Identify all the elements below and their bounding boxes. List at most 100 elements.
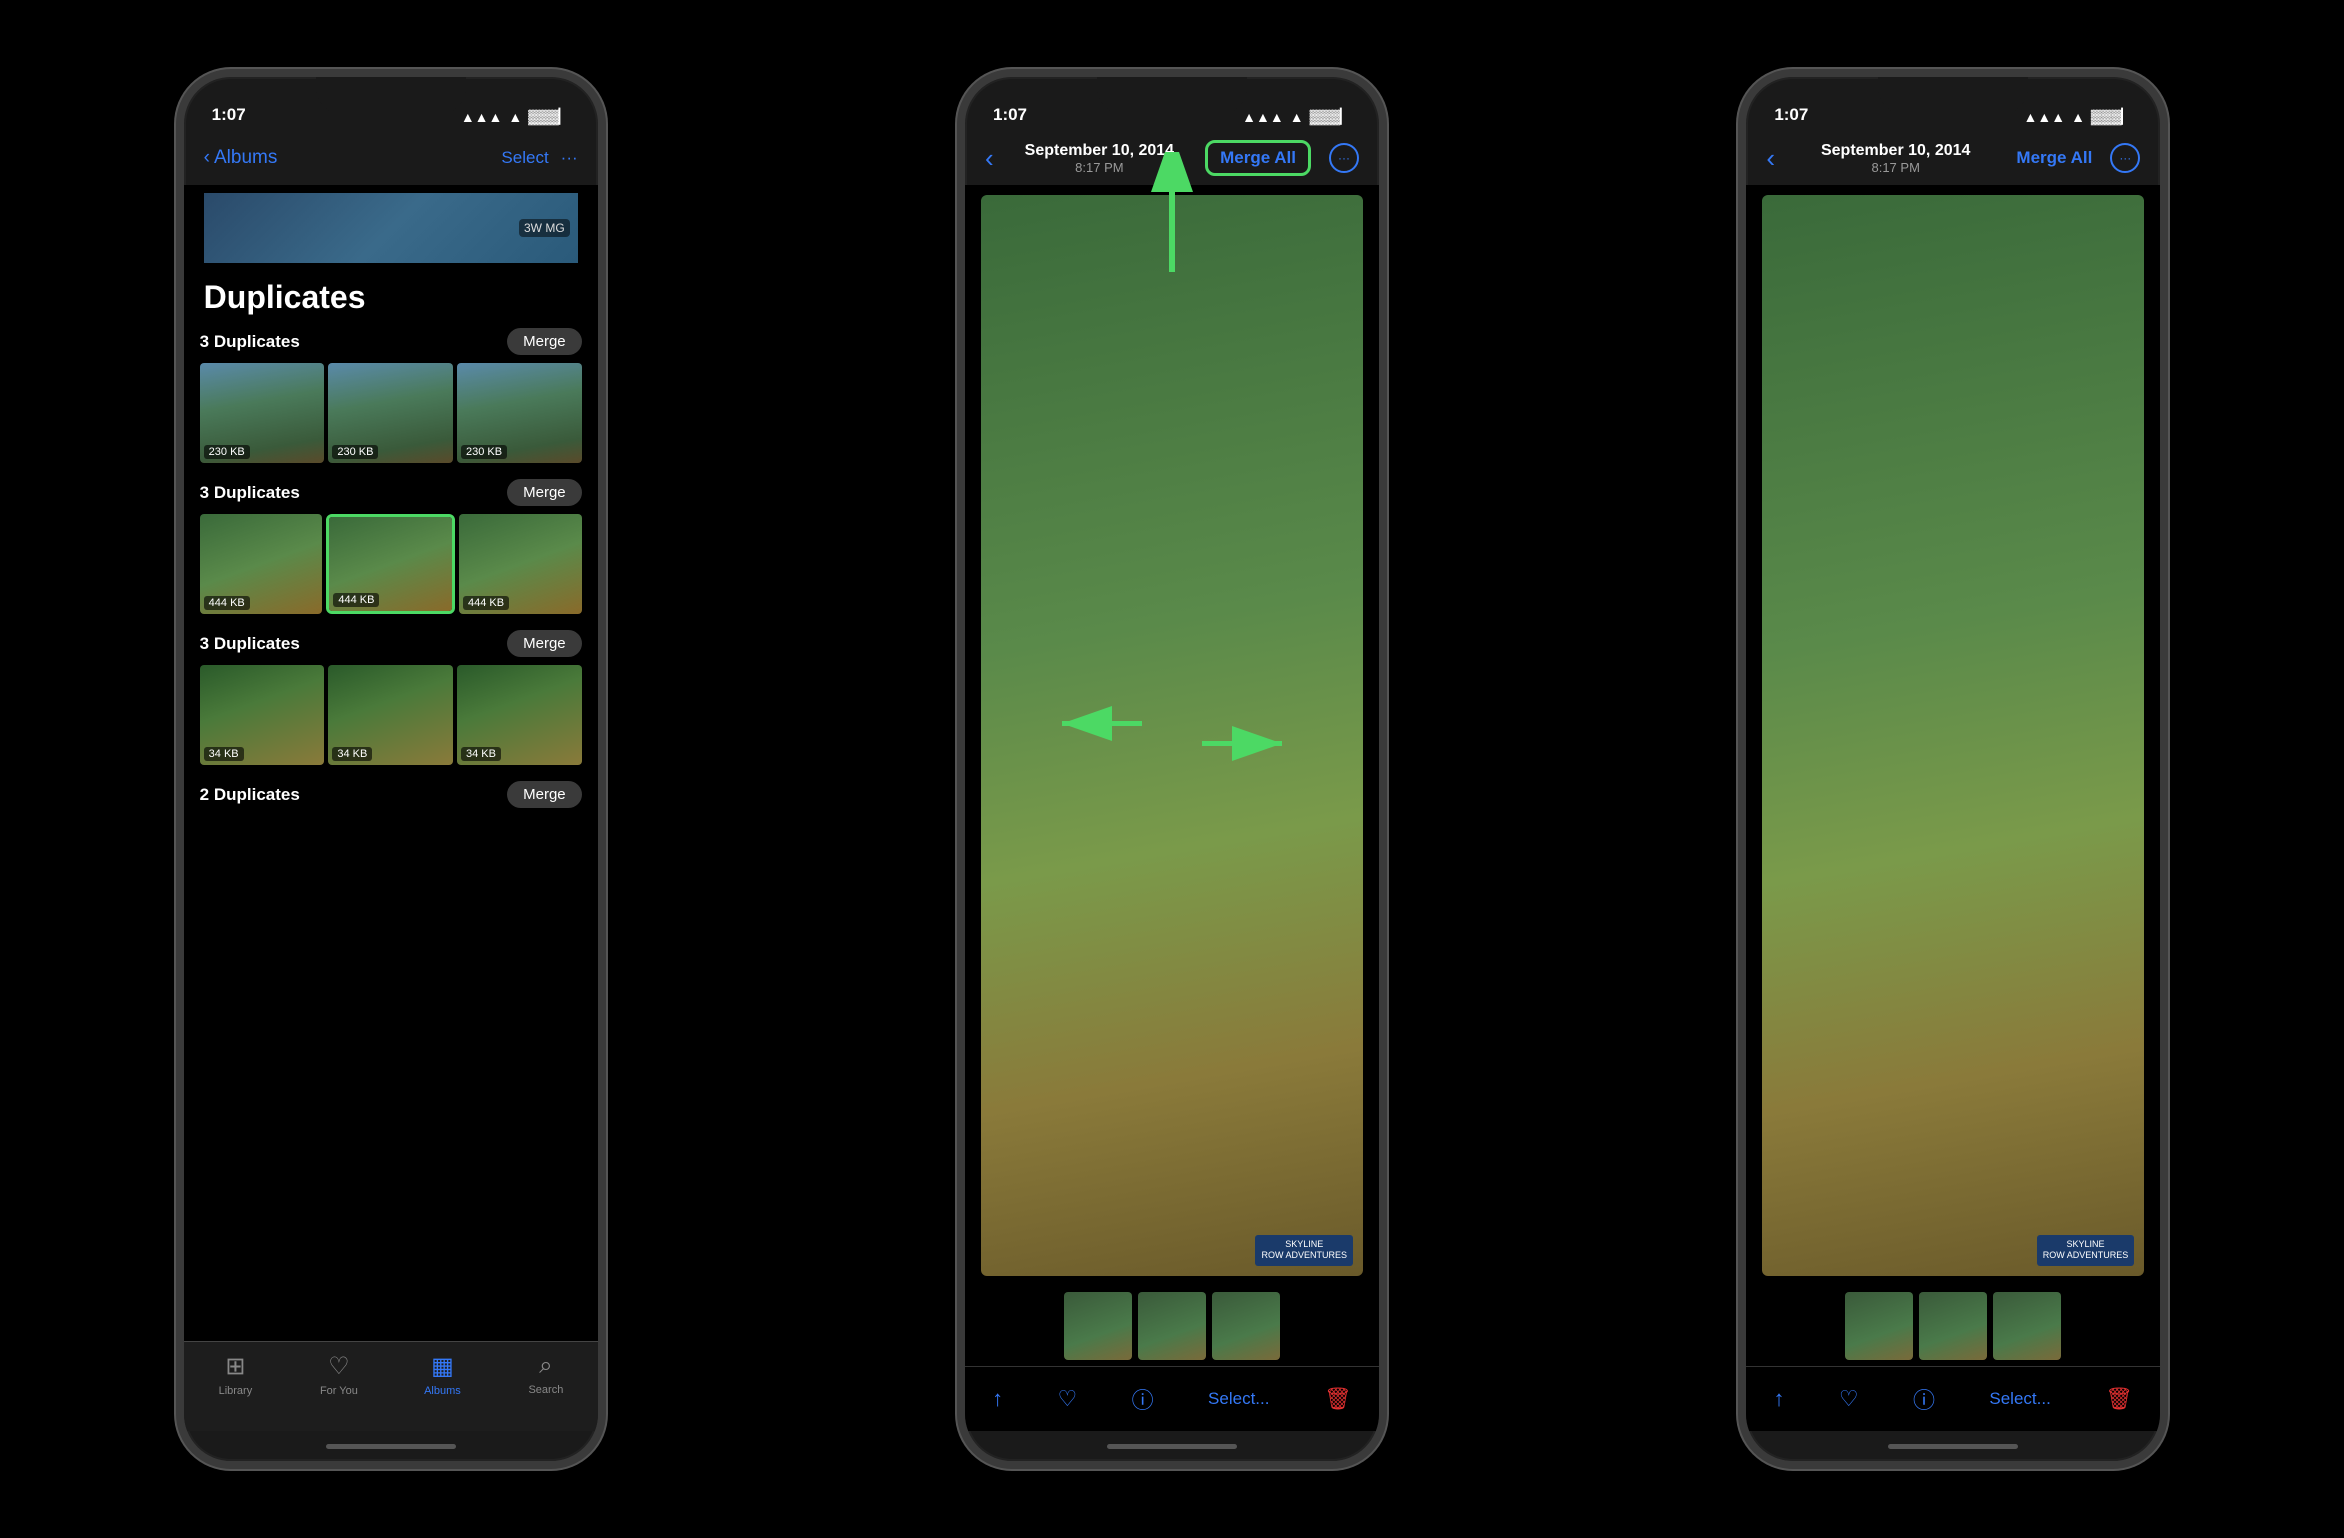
- info-icon-2[interactable]: ⓘ: [1132, 1383, 1154, 1415]
- photo-thumb-3-3[interactable]: 34 KB: [457, 665, 582, 765]
- trash-icon-2[interactable]: 🗑: [1324, 1386, 1352, 1412]
- group-header-3: 3 Duplicates Merge: [200, 630, 582, 657]
- photo-thumb-2-1[interactable]: 444 KB: [200, 514, 323, 614]
- merge-all-button-2[interactable]: Merge All: [1205, 140, 1311, 176]
- page-title-1: Duplicates: [204, 279, 366, 315]
- photo-thumb-2-3[interactable]: 444 KB: [459, 514, 582, 614]
- photo-size-3-2: 34 KB: [332, 747, 372, 761]
- photo-thumb-1-2[interactable]: 230 KB: [328, 363, 453, 463]
- back-label-1: Albums: [214, 147, 277, 169]
- trash-icon-3[interactable]: 🗑: [2105, 1386, 2133, 1412]
- home-indicator-2: [965, 1431, 1379, 1461]
- strip-thumb-3-1[interactable]: [1845, 1292, 1913, 1360]
- photo-thumb-3-1[interactable]: 34 KB: [200, 665, 325, 765]
- library-icon: ⊞: [225, 1352, 245, 1381]
- status-icons-2: ▲▲▲ ▲ ▓▓▓▏: [1242, 108, 1351, 125]
- merge-button-4[interactable]: Merge: [507, 781, 582, 808]
- group-header-4: 2 Duplicates Merge: [200, 781, 582, 808]
- strip-thumb-img-3-3: [1993, 1292, 2061, 1360]
- nav-actions-2: Merge All ···: [1205, 140, 1359, 176]
- notch-1: [316, 77, 466, 115]
- select-button-1[interactable]: Select: [501, 148, 548, 168]
- time-3: 1:07: [1774, 105, 1808, 125]
- more-button-1[interactable]: ···: [561, 148, 578, 168]
- tab-albums[interactable]: ▦ Albums: [391, 1352, 495, 1397]
- time-1: 1:07: [212, 105, 246, 125]
- back-button-2[interactable]: ‹: [985, 143, 994, 174]
- tab-bar-1: ⊞ Library ♡ For You ▦ Albums ⌕ Search: [184, 1341, 598, 1431]
- foryou-label: For You: [320, 1385, 358, 1397]
- tab-foryou[interactable]: ♡ For You: [287, 1352, 391, 1397]
- strip-thumb-2-2[interactable]: [1138, 1292, 1206, 1360]
- photo-size-2-3: 444 KB: [463, 596, 509, 610]
- date-title-2: September 10, 2014: [994, 142, 1205, 160]
- photo-thumb-1-1[interactable]: 230 KB: [200, 363, 325, 463]
- wifi-icon-1: ▲: [508, 109, 522, 125]
- search-label: Search: [528, 1384, 563, 1396]
- merge-all-button-3[interactable]: Merge All: [2016, 148, 2092, 168]
- dots-icon-3: ···: [2119, 151, 2131, 165]
- share-icon-2[interactable]: ↑: [992, 1386, 1003, 1412]
- photo-size-1-3: 230 KB: [461, 445, 507, 459]
- signal-icon-3: ▲▲▲: [2023, 109, 2065, 125]
- albums-icon: ▦: [431, 1352, 454, 1381]
- duplicates-header: 3W MG Duplicates: [184, 185, 598, 328]
- info-icon-3[interactable]: ⓘ: [1913, 1383, 1935, 1415]
- tab-library[interactable]: ⊞ Library: [184, 1352, 288, 1397]
- group-label-1: 3 Duplicates: [200, 332, 300, 352]
- photo-toolbar-3: ↑ ♡ ⓘ Select... 🗑: [1746, 1366, 2160, 1431]
- screen-1: 3W MG Duplicates 3 Duplicates Merge 230 …: [184, 185, 598, 1341]
- nav-bar-2: ‹ September 10, 2014 8:17 PM Merge All ·…: [965, 131, 1379, 185]
- more-button-2[interactable]: ···: [1329, 143, 1359, 173]
- strip-thumb-img-2-2: [1138, 1292, 1206, 1360]
- group-header-1: 3 Duplicates Merge: [200, 328, 582, 355]
- phone-3: 1:07 ▲▲▲ ▲ ▓▓▓▏ ‹ September 10, 2014 8:1…: [1738, 69, 2168, 1469]
- strip-thumb-img-2-1: [1064, 1292, 1132, 1360]
- strip-thumb-3-3[interactable]: [1993, 1292, 2061, 1360]
- strip-thumb-3-2[interactable]: [1919, 1292, 1987, 1360]
- merge-button-1[interactable]: Merge: [507, 328, 582, 355]
- share-icon-3[interactable]: ↑: [1774, 1386, 1785, 1412]
- photo-row-1: 230 KB 230 KB 230 KB: [200, 363, 582, 463]
- thumb-strip-3: [1746, 1286, 2160, 1366]
- select-button-2[interactable]: Select...: [1208, 1389, 1269, 1409]
- back-button-3[interactable]: ‹: [1766, 143, 1775, 174]
- photo-size-1-2: 230 KB: [332, 445, 378, 459]
- nav-actions-1: Select ···: [501, 148, 577, 168]
- back-button-1[interactable]: ‹ Albums: [204, 147, 278, 169]
- group-label-2: 3 Duplicates: [200, 483, 300, 503]
- home-bar-3: [1888, 1444, 2018, 1449]
- signal-icon-1: ▲▲▲: [461, 109, 503, 125]
- strip-thumb-2-1[interactable]: [1064, 1292, 1132, 1360]
- merge-button-3[interactable]: Merge: [507, 630, 582, 657]
- library-label: Library: [219, 1385, 253, 1397]
- more-button-3[interactable]: ···: [2110, 143, 2140, 173]
- photo-thumb-2-2[interactable]: 444 KB: [326, 514, 455, 614]
- strip-thumb-img-3-1: [1845, 1292, 1913, 1360]
- nav-title-2: September 10, 2014 8:17 PM: [994, 142, 1205, 175]
- photo-size-2-1: 444 KB: [204, 596, 250, 610]
- time-sub-3: 8:17 PM: [1775, 160, 2016, 175]
- photo-row-3: 34 KB 34 KB 34 KB: [200, 665, 582, 765]
- status-icons-3: ▲▲▲ ▲ ▓▓▓▏: [2023, 108, 2132, 125]
- main-photo-img-2: [981, 195, 1363, 1276]
- photo-size-2-2: 444 KB: [333, 593, 379, 607]
- select-button-3[interactable]: Select...: [1989, 1389, 2050, 1409]
- heart-icon-2[interactable]: ♡: [1058, 1386, 1078, 1412]
- tab-search[interactable]: ⌕ Search: [494, 1352, 598, 1396]
- photo-viewer-2: SKYLINEROW ADVENTURES: [965, 185, 1379, 1431]
- main-photo-2: SKYLINEROW ADVENTURES: [981, 195, 1363, 1276]
- albums-label: Albums: [424, 1385, 461, 1397]
- thumb-strip-2: [965, 1286, 1379, 1366]
- heart-icon-3[interactable]: ♡: [1839, 1386, 1859, 1412]
- phone-1: 1:07 ▲▲▲ ▲ ▓▓▓▏ ‹ Albums Select ··· 3W M…: [176, 69, 606, 1469]
- battery-icon-2: ▓▓▓▏: [1310, 108, 1351, 125]
- strip-thumb-2-3[interactable]: [1212, 1292, 1280, 1360]
- time-sub-2: 8:17 PM: [994, 160, 1205, 175]
- dots-icon-2: ···: [1338, 151, 1350, 165]
- photo-thumb-3-2[interactable]: 34 KB: [328, 665, 453, 765]
- strip-thumb-img-2-3: [1212, 1292, 1280, 1360]
- merge-button-2[interactable]: Merge: [507, 479, 582, 506]
- photo-viewer-3: SKYLINEROW ADVENTURES ↑ ♡ ⓘ Select... 🗑: [1746, 185, 2160, 1431]
- photo-thumb-1-3[interactable]: 230 KB: [457, 363, 582, 463]
